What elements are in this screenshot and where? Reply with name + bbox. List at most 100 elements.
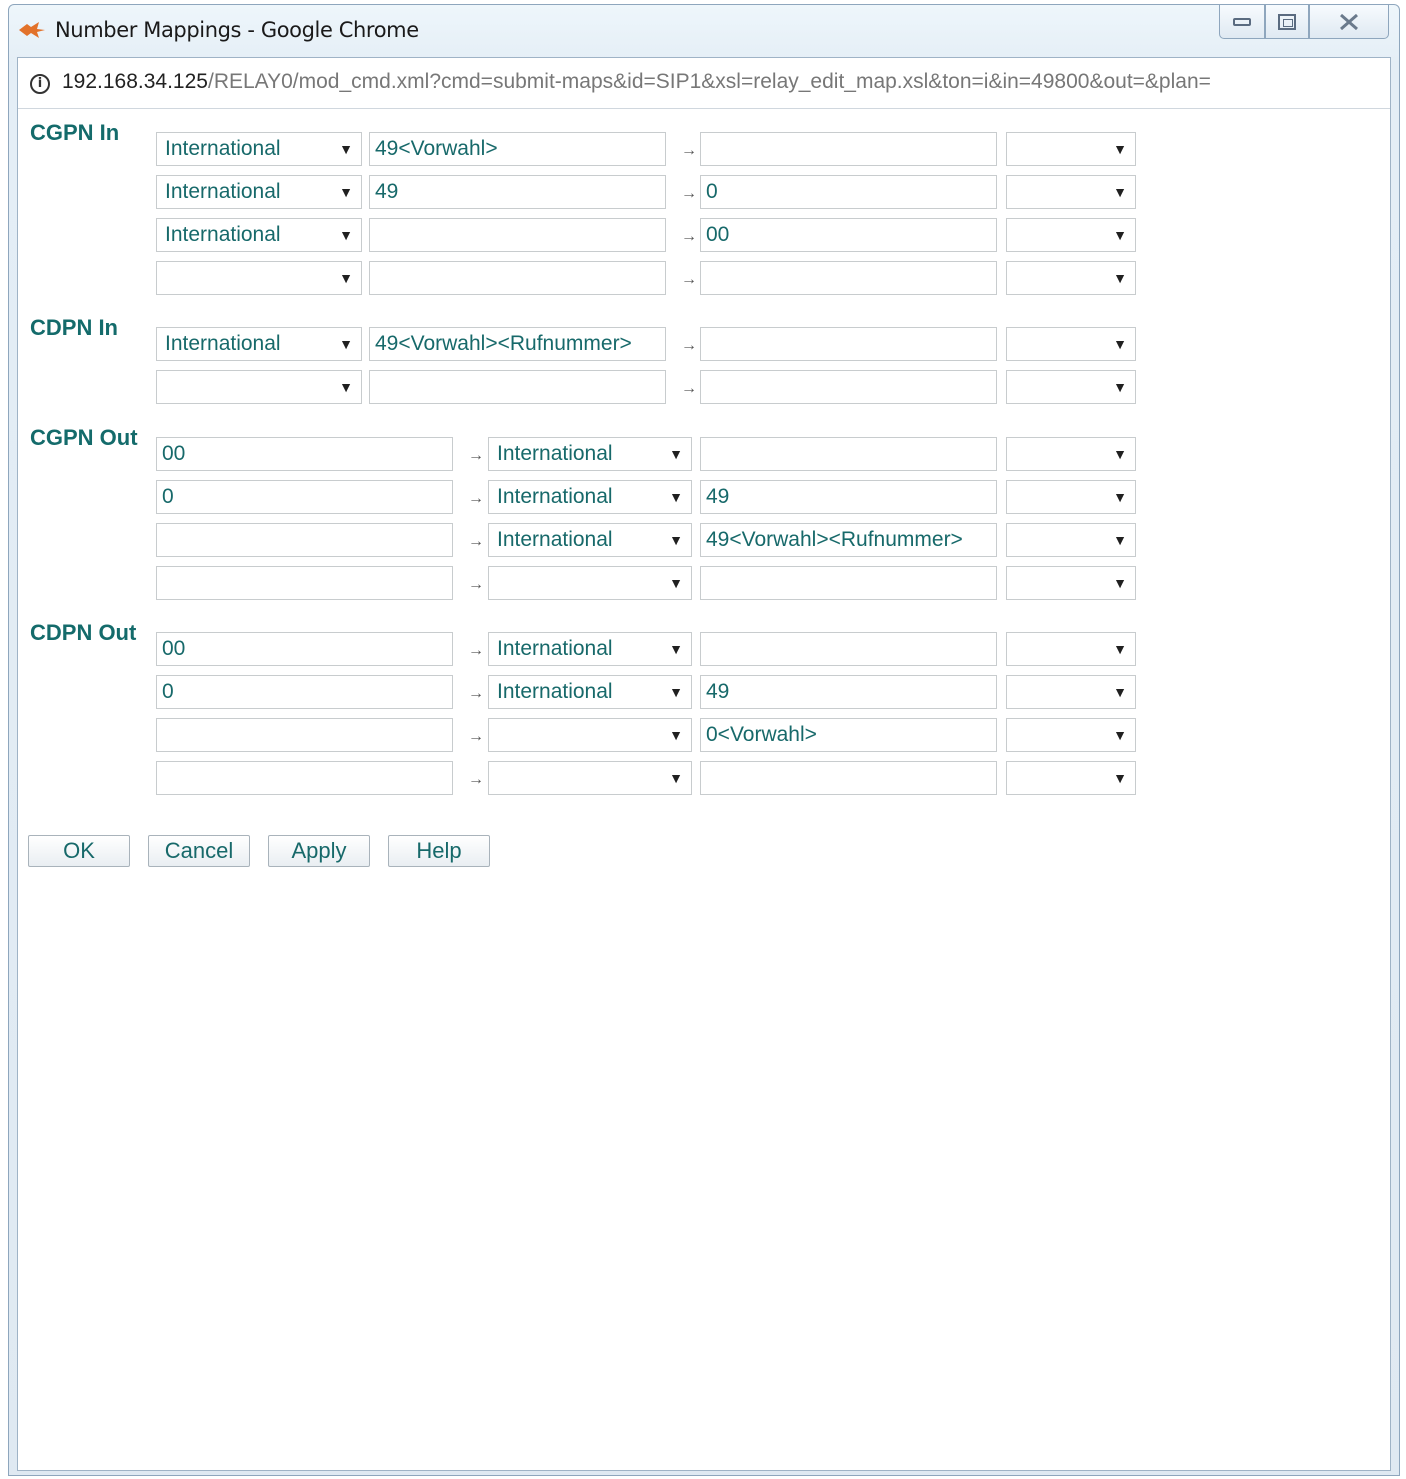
match-input[interactable]: 49 [369,175,666,209]
chevron-down-icon: ▼ [1113,684,1127,700]
chevron-down-icon: ▼ [1113,336,1127,352]
ton-select[interactable]: International ▼ [488,523,692,557]
replace-input[interactable]: 0<Vorwahl> [700,718,997,752]
close-button[interactable] [1309,5,1389,39]
replace-input[interactable] [700,566,997,600]
ton-select[interactable]: International ▼ [156,132,362,166]
chevron-down-icon: ▼ [669,684,683,700]
url-path: /RELAY0/mod_cmd.xml?cmd=submit-maps&id=S… [207,70,1211,93]
plan-select[interactable]: ▼ [1006,132,1136,166]
plan-select[interactable]: ▼ [1006,480,1136,514]
arrow-icon: → [468,576,484,593]
address-bar[interactable]: i 192.168.34.125/RELAY0/mod_cmd.xml?cmd=… [18,58,1390,109]
replace-input[interactable]: 00 [700,218,997,252]
match-input[interactable]: 0 [156,480,453,514]
plan-select[interactable]: ▼ [1006,632,1136,666]
select-value: International [165,137,281,160]
select-value: International [497,637,613,660]
section-label-cdpn-in: CDPN In [30,315,118,340]
page-content: i 192.168.34.125/RELAY0/mod_cmd.xml?cmd=… [17,57,1391,1471]
match-input[interactable] [156,761,453,795]
ton-select[interactable]: ▼ [488,718,692,752]
plan-select[interactable]: ▼ [1006,523,1136,557]
match-input[interactable]: 00 [156,632,453,666]
match-input[interactable] [156,718,453,752]
match-input[interactable]: 00 [156,437,453,471]
replace-input[interactable] [700,261,997,295]
ton-select[interactable]: ▼ [156,370,362,404]
chevron-down-icon: ▼ [339,227,353,243]
chevron-down-icon: ▼ [1113,227,1127,243]
plan-select[interactable]: ▼ [1006,261,1136,295]
minimize-button[interactable] [1219,5,1265,39]
maximize-icon [1278,13,1296,30]
replace-input[interactable] [700,370,997,404]
chevron-down-icon: ▼ [1113,770,1127,786]
window-controls [1219,5,1389,41]
replace-input[interactable] [700,632,997,666]
arrow-icon: → [468,533,484,550]
select-value: International [165,223,281,246]
plan-select[interactable]: ▼ [1006,718,1136,752]
plan-select[interactable]: ▼ [1006,566,1136,600]
match-input[interactable] [369,218,666,252]
chevron-down-icon: ▼ [669,575,683,591]
url-text[interactable]: 192.168.34.125/RELAY0/mod_cmd.xml?cmd=su… [62,70,1211,94]
replace-input[interactable] [700,437,997,471]
section-label-cgpn-out: CGPN Out [30,425,138,450]
chevron-down-icon: ▼ [1113,489,1127,505]
ton-select[interactable]: International ▼ [488,437,692,471]
chevron-down-icon: ▼ [339,270,353,286]
match-input[interactable] [369,261,666,295]
match-input[interactable]: 49<Vorwahl> [369,132,666,166]
plan-select[interactable]: ▼ [1006,370,1136,404]
url-host: 192.168.34.125 [62,70,208,93]
ton-select[interactable]: ▼ [156,261,362,295]
chevron-down-icon: ▼ [339,141,353,157]
ton-select[interactable]: International ▼ [488,675,692,709]
replace-input[interactable]: 0 [700,175,997,209]
match-input[interactable] [156,566,453,600]
chevron-down-icon: ▼ [669,489,683,505]
replace-input[interactable]: 49 [700,675,997,709]
chevron-down-icon: ▼ [1113,379,1127,395]
info-icon[interactable]: i [30,74,50,94]
plan-select[interactable]: ▼ [1006,218,1136,252]
chevron-down-icon: ▼ [669,727,683,743]
select-value: International [497,528,613,551]
match-input[interactable] [156,523,453,557]
maximize-button[interactable] [1265,5,1309,39]
help-button[interactable]: Help [388,835,490,867]
chevron-down-icon: ▼ [1113,184,1127,200]
close-icon [1340,13,1358,30]
apply-button[interactable]: Apply [268,835,370,867]
ton-select[interactable]: International ▼ [156,327,362,361]
arrow-icon: → [468,728,484,745]
ton-select[interactable]: ▼ [488,566,692,600]
ton-select[interactable]: International ▼ [156,218,362,252]
ton-select[interactable]: International ▼ [488,480,692,514]
ton-select[interactable]: International ▼ [488,632,692,666]
replace-input[interactable] [700,761,997,795]
plan-select[interactable]: ▼ [1006,761,1136,795]
replace-input[interactable] [700,132,997,166]
section-label-cgpn-in: CGPN In [30,120,120,145]
plan-select[interactable]: ▼ [1006,175,1136,209]
ton-select[interactable]: ▼ [488,761,692,795]
replace-input[interactable] [700,327,997,361]
plan-select[interactable]: ▼ [1006,437,1136,471]
ok-button[interactable]: OK [28,835,130,867]
chevron-down-icon: ▼ [339,379,353,395]
cancel-button[interactable]: Cancel [148,835,250,867]
plan-select[interactable]: ▼ [1006,327,1136,361]
plan-select[interactable]: ▼ [1006,675,1136,709]
chevron-down-icon: ▼ [669,641,683,657]
ton-select[interactable]: International ▼ [156,175,362,209]
replace-input[interactable]: 49 [700,480,997,514]
chevron-down-icon: ▼ [1113,446,1127,462]
match-input[interactable]: 49<Vorwahl><Rufnummer> [369,327,666,361]
chevron-down-icon: ▼ [669,532,683,548]
match-input[interactable]: 0 [156,675,453,709]
replace-input[interactable]: 49<Vorwahl><Rufnummer> [700,523,997,557]
match-input[interactable] [369,370,666,404]
